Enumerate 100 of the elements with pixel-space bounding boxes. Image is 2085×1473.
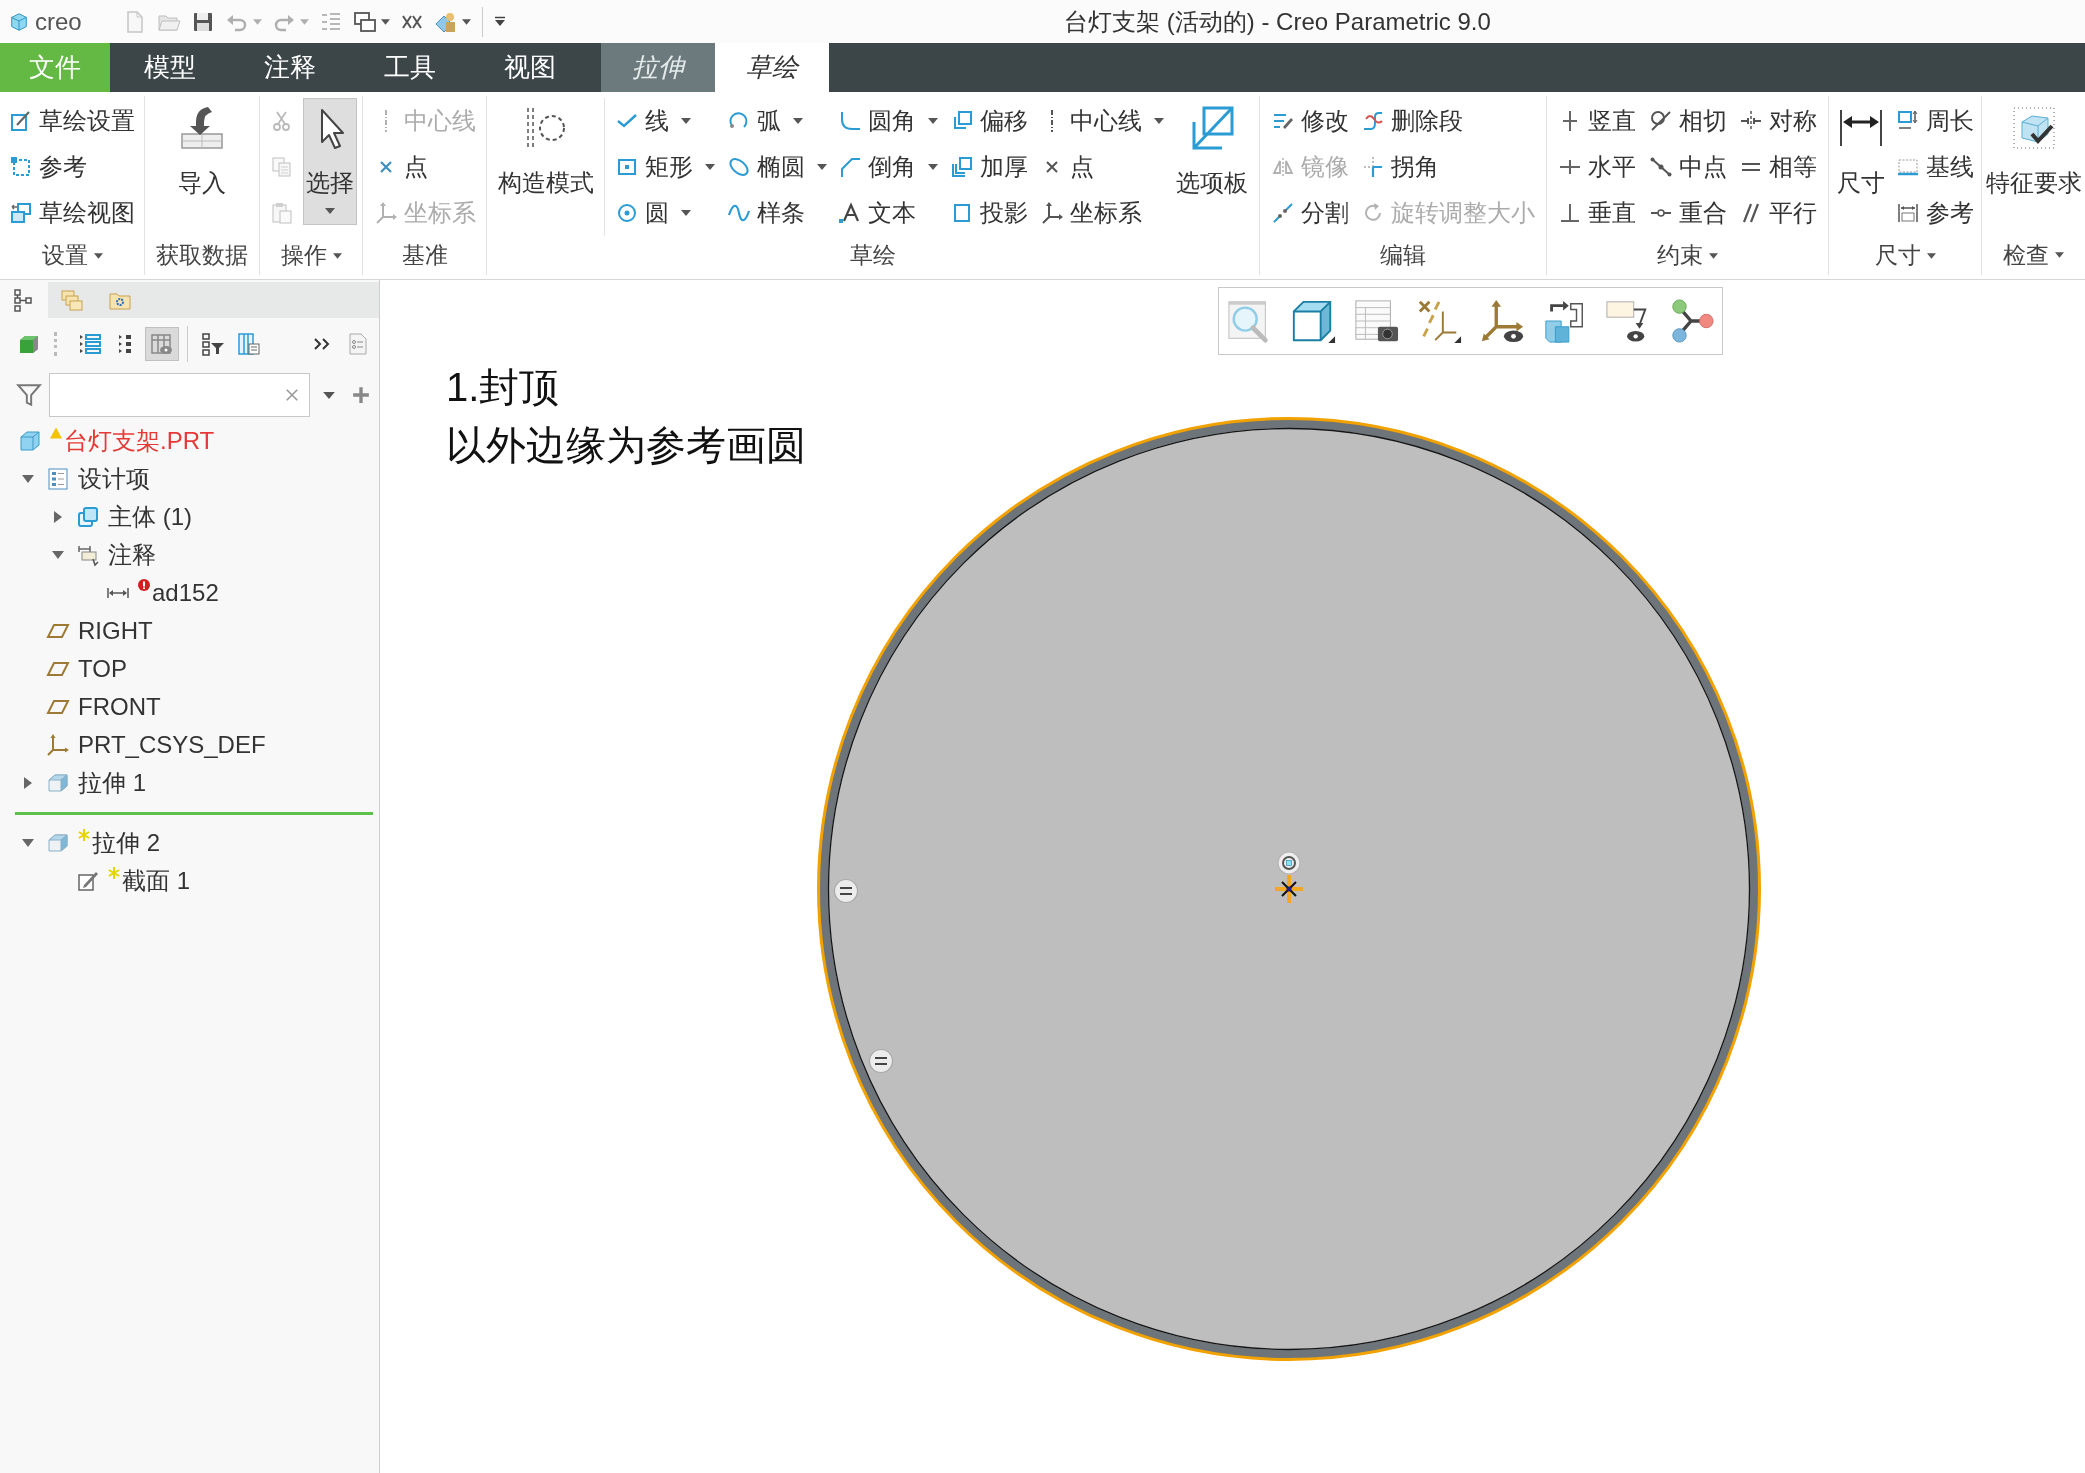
- ribbon-button[interactable]: 删除段: [1359, 98, 1538, 144]
- tree-item[interactable]: PRT_CSYS_DEF: [0, 726, 379, 764]
- ribbon-button[interactable]: 椭圆: [724, 144, 829, 190]
- tree-item[interactable]: 台灯支架.PRT: [0, 422, 379, 460]
- ribbon-tab[interactable]: 注释: [230, 43, 350, 92]
- ribbon-button[interactable]: 周长: [1893, 98, 1976, 144]
- ribbon-tab[interactable]: 工具: [350, 43, 470, 92]
- stacked-folders-icon: [60, 288, 84, 312]
- ribbon-button[interactable]: 构造模式: [494, 98, 597, 209]
- group-menu[interactable]: 检查: [2003, 235, 2064, 275]
- ribbon-button[interactable]: 点: [371, 144, 478, 190]
- mirror-icon: [1270, 155, 1295, 179]
- table-camera-button[interactable]: [1353, 298, 1399, 344]
- annotation-icon: [76, 543, 100, 567]
- tree-item[interactable]: 截面 1: [0, 862, 379, 900]
- ribbon-button[interactable]: 倒角: [836, 144, 941, 190]
- ribbon-button[interactable]: 基线: [1893, 144, 1976, 190]
- tree-item[interactable]: 拉伸 1: [0, 764, 379, 802]
- ribbon-button[interactable]: 点: [1037, 144, 1166, 190]
- ribbon-tab[interactable]: 模型: [110, 43, 230, 92]
- datum-marks-button[interactable]: [1416, 298, 1462, 344]
- ribbon-button[interactable]: 特征要求: [1982, 98, 2085, 209]
- part-cube-icon: [18, 429, 42, 453]
- ribbon-button[interactable]: 坐标系: [1037, 190, 1166, 236]
- bulleted-list-icon: [78, 332, 102, 356]
- equal-constraint-icon[interactable]: [868, 1048, 894, 1074]
- group-label: 获取数据: [156, 240, 248, 270]
- ribbon-button[interactable]: 参考: [1893, 190, 1976, 236]
- midpoint-icon: [1648, 155, 1673, 179]
- ribbon-button[interactable]: 矩形: [612, 144, 717, 190]
- tree-item[interactable]: 设计项: [0, 460, 379, 498]
- ribbon-button[interactable]: 偏移: [947, 98, 1030, 144]
- ribbon-tab[interactable]: 视图: [470, 43, 590, 92]
- group-label: 草绘: [850, 241, 896, 270]
- tree-item[interactable]: RIGHT: [0, 612, 379, 650]
- ribbon-button[interactable]: 相等: [1737, 144, 1820, 190]
- ribbon-button[interactable]: 圆角: [836, 98, 941, 144]
- panel-tab[interactable]: [0, 282, 48, 318]
- tree-item[interactable]: 注释: [0, 536, 379, 574]
- group-menu[interactable]: 约束: [1657, 236, 1718, 275]
- ribbon-button[interactable]: 参考: [7, 144, 137, 190]
- equal-constraint-icon[interactable]: [833, 878, 859, 904]
- insert-marker[interactable]: [15, 812, 373, 815]
- filter-field[interactable]: [49, 373, 310, 417]
- ribbon-button[interactable]: 修改: [1268, 98, 1351, 144]
- tree-item[interactable]: TOP: [0, 650, 379, 688]
- ribbon-button[interactable]: 相切: [1646, 98, 1729, 144]
- axes-eye-button[interactable]: [1479, 298, 1525, 344]
- ribbon-button[interactable]: 导入: [175, 98, 229, 209]
- ribbon-button[interactable]: 尺寸: [1834, 98, 1889, 209]
- ribbon-button[interactable]: 加厚: [947, 144, 1030, 190]
- ribbon-button[interactable]: 拐角: [1359, 144, 1538, 190]
- tree-item[interactable]: 主体 (1): [0, 498, 379, 536]
- ribbon-button[interactable]: 分割: [1268, 190, 1351, 236]
- ribbon-button[interactable]: 线: [612, 98, 717, 144]
- group-menu[interactable]: 尺寸: [1874, 236, 1936, 275]
- ribbon-button[interactable]: 弧: [724, 98, 829, 144]
- windows-icon: [352, 9, 377, 34]
- ribbon-button[interactable]: 草绘设置: [7, 98, 137, 144]
- group-menu[interactable]: 设置: [41, 236, 103, 275]
- caret-icon: [816, 164, 827, 170]
- ribbon-button[interactable]: 水平: [1555, 144, 1638, 190]
- caret-icon: [2055, 252, 2064, 258]
- ribbon-button[interactable]: 圆: [612, 190, 717, 236]
- ribbon-tab[interactable]: 草绘: [715, 43, 829, 92]
- ribbon-button[interactable]: 投影: [947, 190, 1030, 236]
- ribbon-button[interactable]: 样条: [724, 190, 829, 236]
- extrude-cube-icon: [46, 831, 70, 855]
- tree-item[interactable]: FRONT: [0, 688, 379, 726]
- cube-view-button[interactable]: [1290, 298, 1336, 344]
- thicken-squares-icon: [949, 155, 974, 179]
- caret-icon: [299, 18, 309, 25]
- filter-icon: [16, 382, 42, 408]
- ribbon-button[interactable]: 垂直: [1555, 190, 1638, 236]
- tree-item[interactable]: 拉伸 2: [0, 824, 379, 862]
- caret-icon: [928, 164, 939, 170]
- caret-icon: [680, 118, 691, 124]
- ribbon-button[interactable]: 对称: [1737, 98, 1820, 144]
- ribbon-button[interactable]: 选项板: [1173, 98, 1252, 209]
- columns-settings-icon: [237, 332, 261, 356]
- ribbon-button[interactable]: 文本: [836, 190, 941, 236]
- ribbon-button[interactable]: 中心线: [1037, 98, 1166, 144]
- ribbon-tab[interactable]: 拉伸: [601, 43, 715, 92]
- ribbon-button[interactable]: 竖直: [1555, 98, 1638, 144]
- concentric-marker-icon: [1277, 851, 1301, 875]
- datum-marks-icon: [1416, 298, 1462, 344]
- body-squares-icon: [76, 505, 100, 529]
- ribbon-button[interactable]: 重合: [1646, 190, 1729, 236]
- ribbon-button[interactable]: 中点: [1646, 144, 1729, 190]
- tree-filter-icon: [201, 332, 225, 356]
- sketch-circle[interactable]: [817, 417, 1761, 1361]
- tangent-icon: [1648, 109, 1673, 133]
- pencil-square-icon: [9, 109, 33, 133]
- caret-icon: [1926, 252, 1936, 259]
- group-label: 基准: [401, 241, 448, 270]
- ribbon-button[interactable]: 平行: [1737, 190, 1820, 236]
- ribbon-button[interactable]: 选择: [303, 98, 358, 225]
- tree-item[interactable]: ad152: [0, 574, 379, 612]
- ribbon-button[interactable]: 草绘视图: [7, 190, 137, 236]
- group-menu[interactable]: 操作: [280, 236, 342, 275]
